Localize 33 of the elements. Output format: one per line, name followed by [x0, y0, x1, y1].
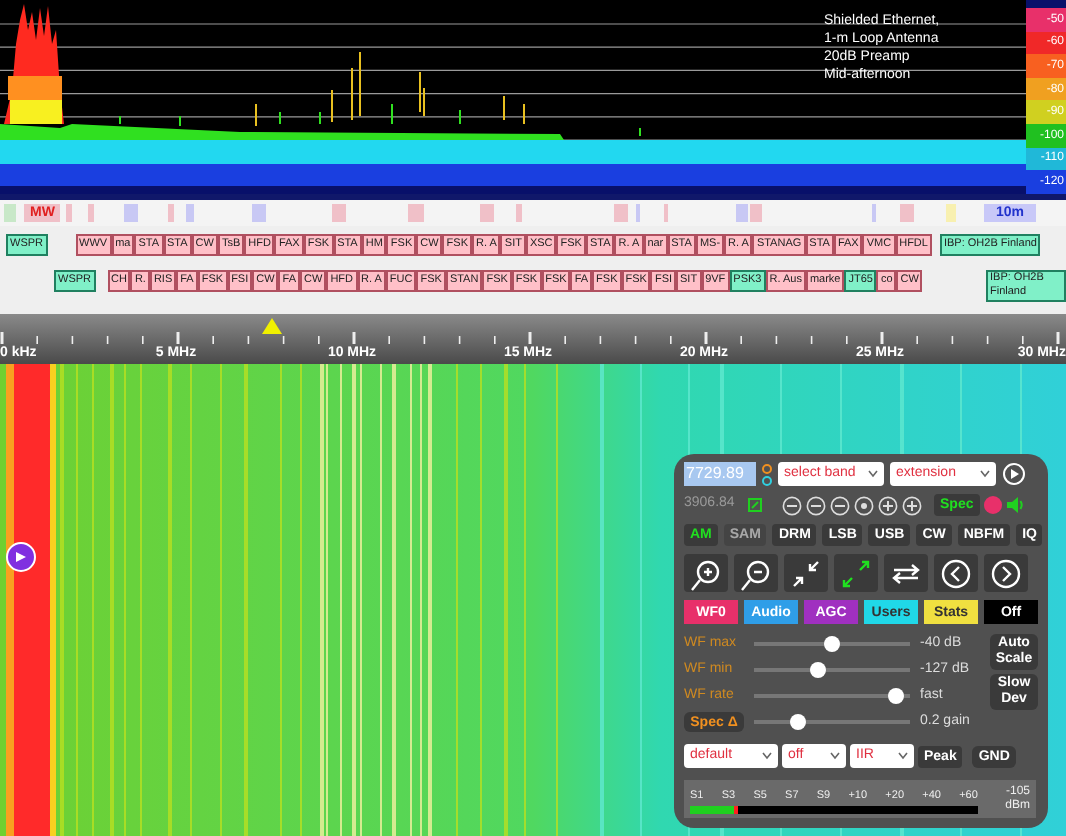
dot-icon[interactable] [854, 495, 874, 515]
play-icon[interactable] [1002, 462, 1026, 486]
plus-icon[interactable] [878, 495, 898, 515]
caret-icon [762, 752, 772, 760]
swap-arrows-button[interactable] [884, 554, 928, 592]
chevron-left-icon [938, 555, 974, 591]
collapse-arrows-button[interactable] [784, 554, 828, 592]
slider-thumb[interactable] [887, 688, 903, 704]
collapse-arrows-icon [788, 555, 824, 591]
tuning-marker-icon[interactable] [262, 318, 282, 334]
speaker-icon[interactable] [1005, 496, 1026, 514]
minus-icon[interactable] [830, 495, 850, 515]
minus-icon[interactable] [806, 495, 826, 515]
zoom-out-icon [738, 555, 774, 591]
caret-icon [830, 752, 840, 760]
zoom-in-icon [688, 555, 724, 591]
chevron-left-button[interactable] [934, 554, 978, 592]
slider-thumb[interactable] [789, 714, 805, 730]
caret-icon [898, 752, 908, 760]
caret-icon [980, 470, 990, 478]
plus-icon[interactable] [902, 495, 922, 515]
zoom-out-button[interactable] [734, 554, 778, 592]
slider-thumb[interactable] [810, 662, 826, 678]
minus-icon[interactable] [782, 495, 802, 515]
expand-arrows-icon [838, 555, 874, 591]
play-icon [14, 550, 28, 564]
slider-thumb[interactable] [824, 636, 840, 652]
zoom-in-button[interactable] [684, 554, 728, 592]
caret-icon [868, 470, 878, 478]
chevron-right-button[interactable] [984, 554, 1028, 592]
resize-icon[interactable] [748, 498, 762, 512]
expand-arrows-button[interactable] [834, 554, 878, 592]
chevron-right-icon [988, 555, 1024, 591]
